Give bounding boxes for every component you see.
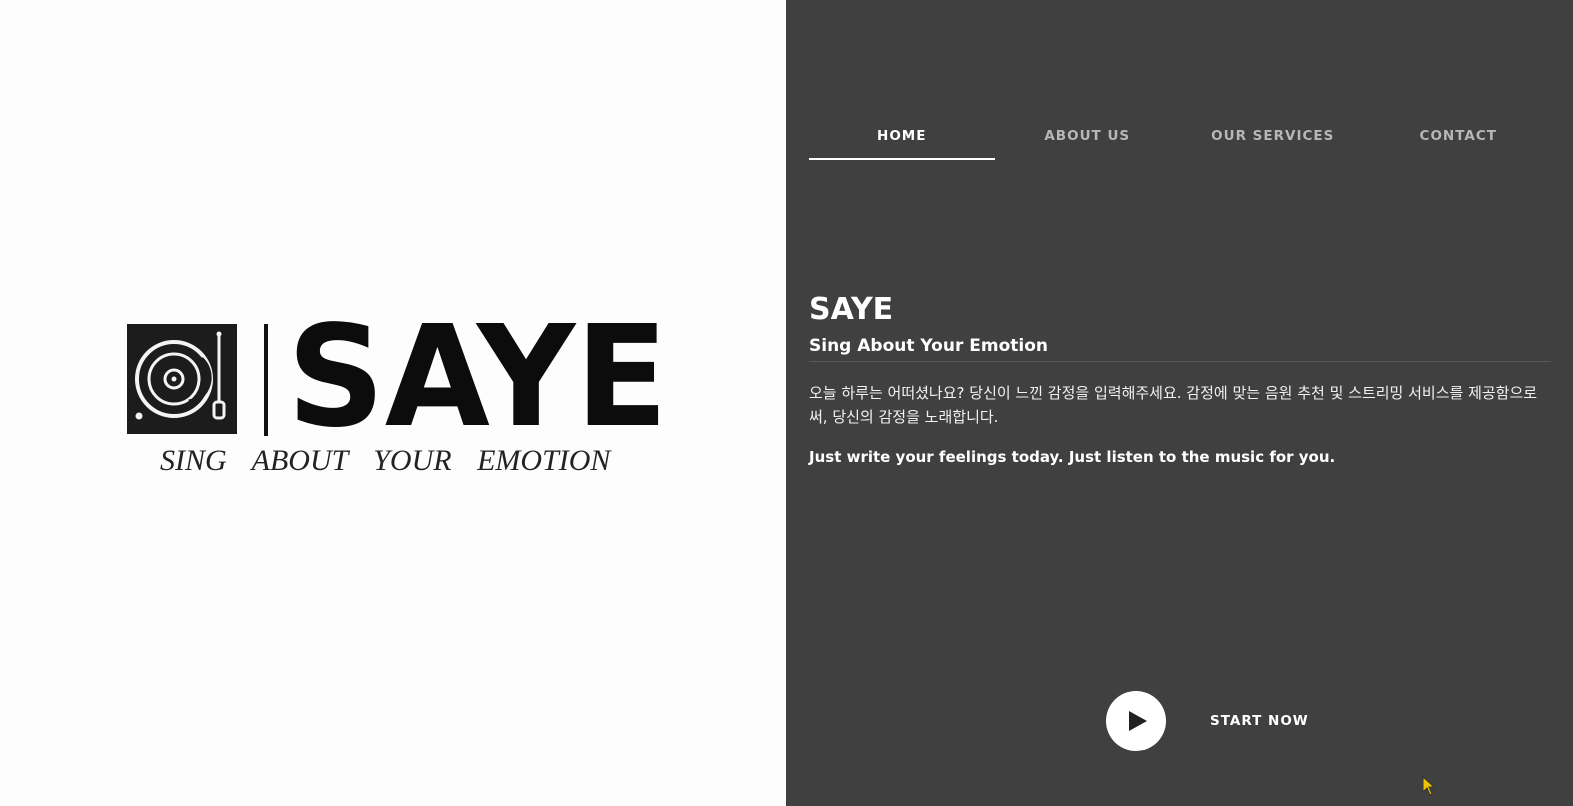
nav-home-label: HOME bbox=[877, 128, 927, 144]
hero-description-korean: 오늘 하루는 어떠셨나요? 당신이 느낀 감정을 입력해주세요. 감정에 맞는 … bbox=[809, 384, 1538, 426]
logo-wordmark: SAYE bbox=[287, 296, 669, 459]
hero-title: SAYE bbox=[809, 292, 894, 327]
start-now-cta: START NOW bbox=[1106, 691, 1309, 751]
logo-tagline: SING ABOUT YOUR EMOTION bbox=[160, 444, 611, 477]
logo-divider bbox=[264, 324, 268, 436]
main-nav: HOME ABOUT US OUR SERVICES CONTACT bbox=[809, 0, 1551, 160]
hero-section: SAYE Sing About Your Emotion 오늘 하루는 어떠셨나… bbox=[809, 292, 1551, 468]
hero-subtitle: Sing About Your Emotion bbox=[809, 335, 1551, 362]
right-panel: HOME ABOUT US OUR SERVICES CONTACT SAYE … bbox=[786, 0, 1573, 806]
left-panel: SAYE SING ABOUT YOUR EMOTION bbox=[0, 0, 786, 806]
nav-about-us-label: ABOUT US bbox=[1044, 128, 1131, 144]
play-button[interactable] bbox=[1106, 691, 1166, 751]
turntable-icon bbox=[127, 324, 237, 434]
nav-contact-label: CONTACT bbox=[1419, 128, 1497, 144]
nav-our-services[interactable]: OUR SERVICES bbox=[1180, 0, 1366, 160]
play-icon bbox=[1128, 711, 1147, 731]
hero-description-english: Just write your feelings today. Just lis… bbox=[809, 448, 1336, 466]
start-now-link[interactable]: START NOW bbox=[1210, 713, 1309, 729]
nav-contact[interactable]: CONTACT bbox=[1366, 0, 1552, 160]
saye-logo: SAYE SING ABOUT YOUR EMOTION bbox=[127, 308, 668, 482]
nav-our-services-label: OUR SERVICES bbox=[1211, 128, 1335, 144]
nav-about-us[interactable]: ABOUT US bbox=[995, 0, 1181, 160]
mouse-cursor-icon bbox=[1422, 776, 1436, 796]
nav-home[interactable]: HOME bbox=[809, 0, 995, 160]
